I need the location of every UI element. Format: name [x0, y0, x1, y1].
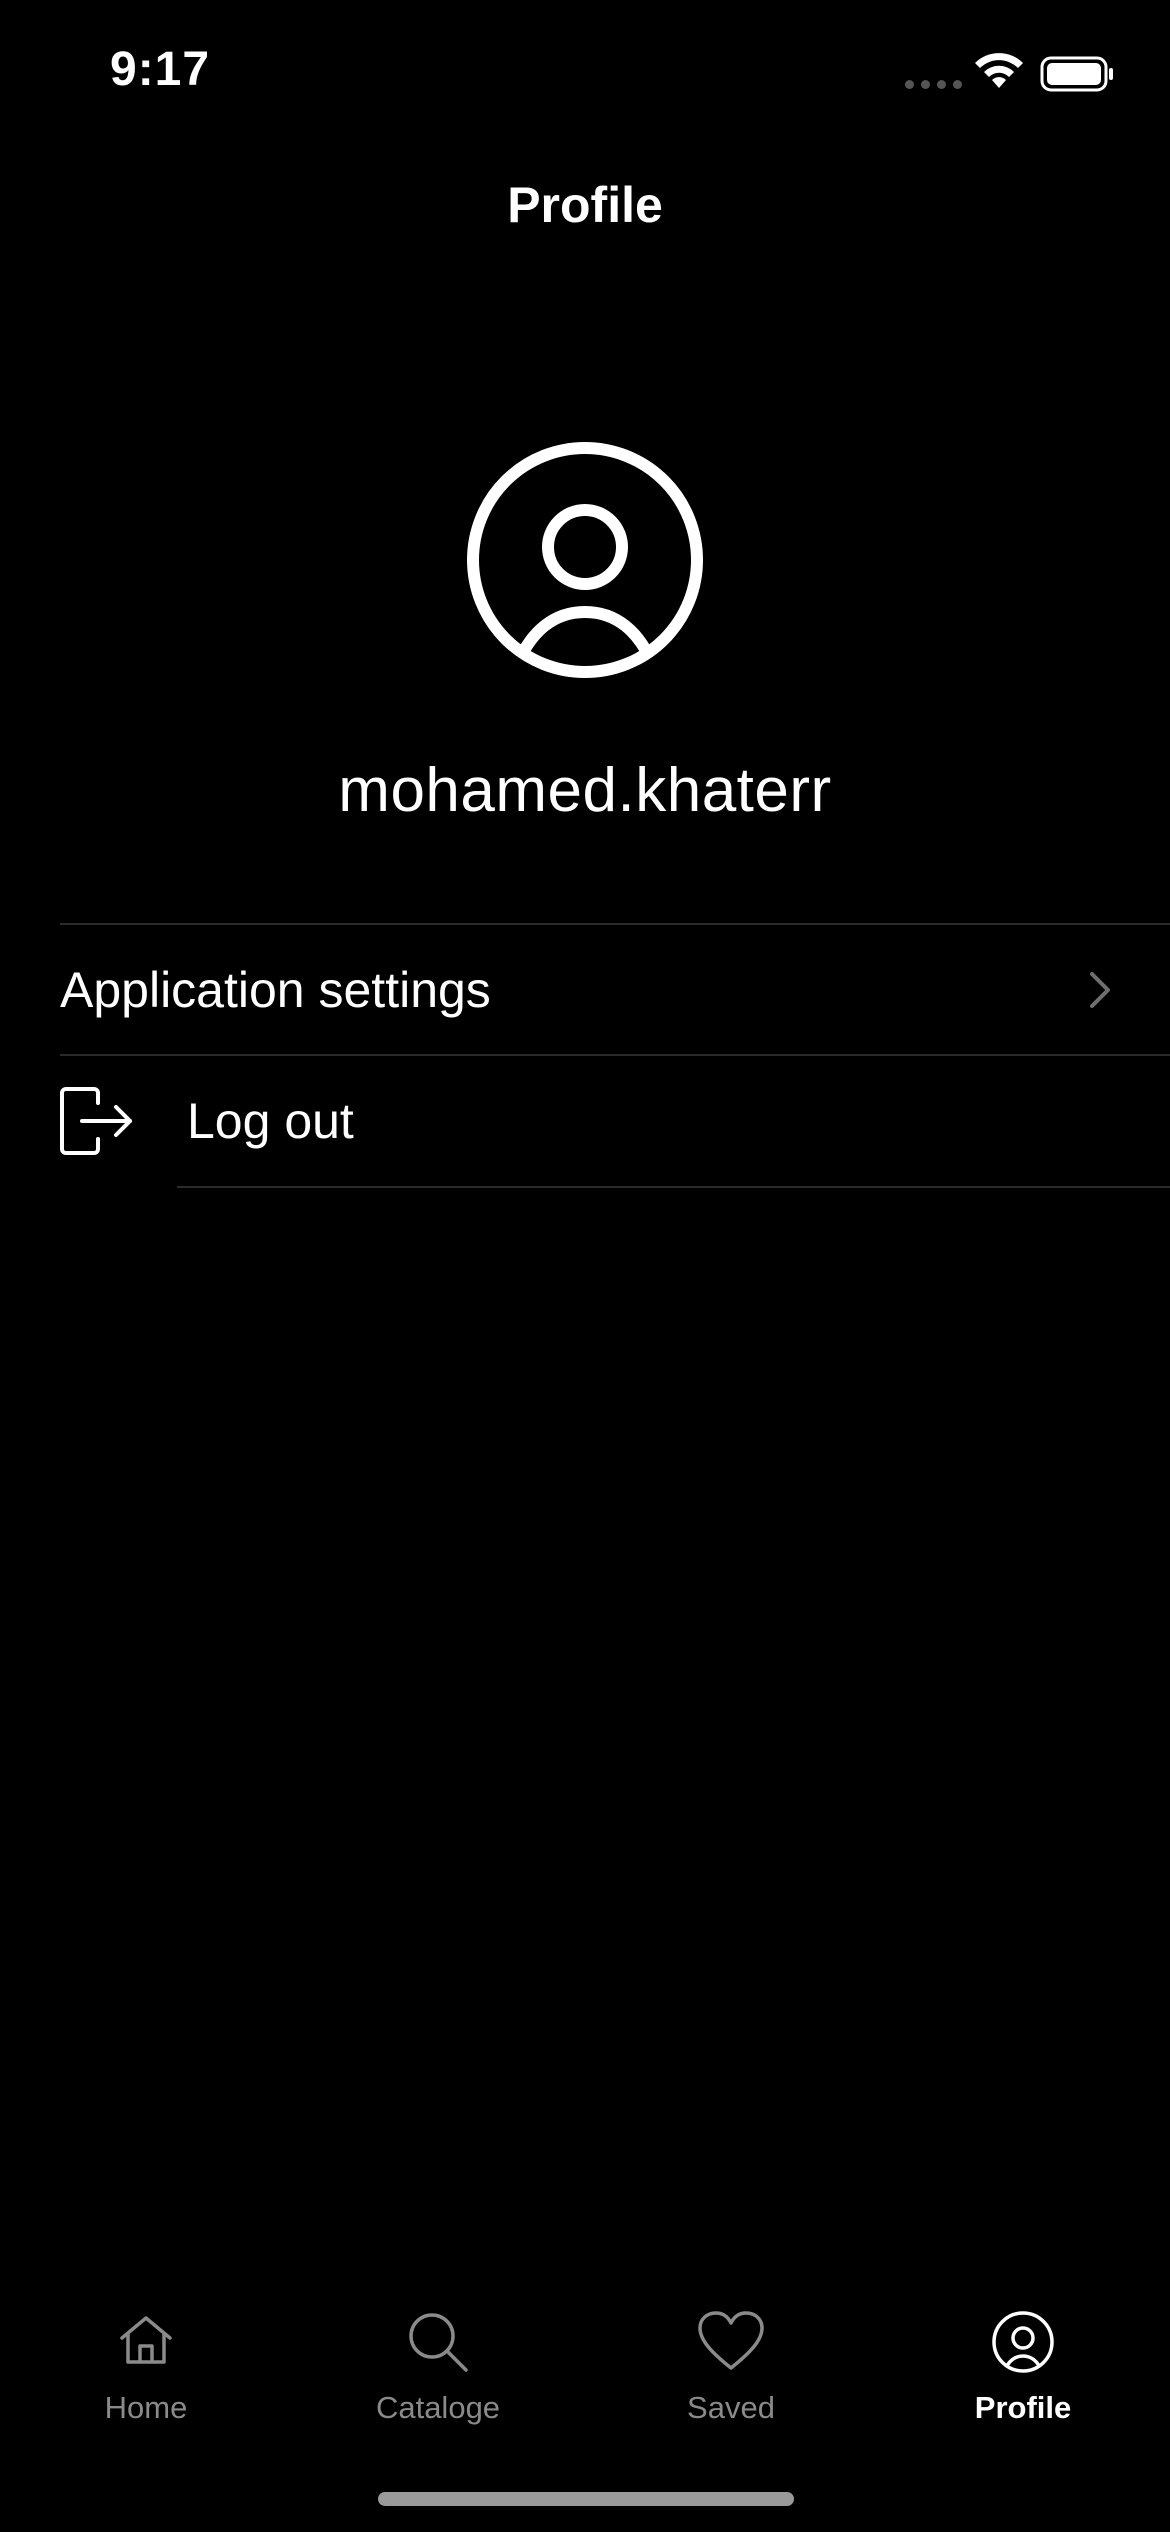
heart-icon [698, 2311, 764, 2370]
wifi-icon [975, 53, 1023, 88]
search-icon [409, 2313, 468, 2372]
avatar-icon [467, 442, 703, 678]
home-indicator[interactable] [378, 2492, 794, 2506]
tab-profile-label: Profile [974, 2390, 1072, 2425]
tab-home[interactable]: Home [0, 2290, 292, 2450]
username: mohamed.khaterr [338, 756, 832, 825]
tab-profile[interactable]: Profile [877, 2290, 1169, 2450]
tab-cataloge[interactable]: Cataloge [292, 2290, 584, 2450]
logout-icon [60, 1087, 132, 1155]
logout-row[interactable]: Log out [0, 1056, 1170, 1186]
home-icon [120, 2316, 172, 2364]
application-settings-row[interactable]: Application settings [0, 925, 1170, 1055]
battery-icon [1040, 56, 1113, 92]
application-settings-label: Application settings [60, 962, 491, 1018]
tab-cataloge-label: Cataloge [375, 2390, 501, 2425]
cellular-signal-icon [905, 80, 962, 89]
tab-home-label: Home [104, 2390, 188, 2425]
logout-label: Log out [187, 1093, 354, 1149]
tab-saved[interactable]: Saved [585, 2290, 877, 2450]
tab-saved-label: Saved [687, 2390, 775, 2425]
status-time: 9:17 [110, 43, 211, 96]
tab-bar: Home Cataloge Saved Profile [0, 2290, 1170, 2470]
divider [177, 1186, 1170, 1188]
chevron-right-icon [1090, 972, 1110, 1008]
page-title: Profile [507, 177, 663, 233]
status-bar: 9:17 [0, 0, 1170, 150]
profile-icon [992, 2311, 1054, 2373]
